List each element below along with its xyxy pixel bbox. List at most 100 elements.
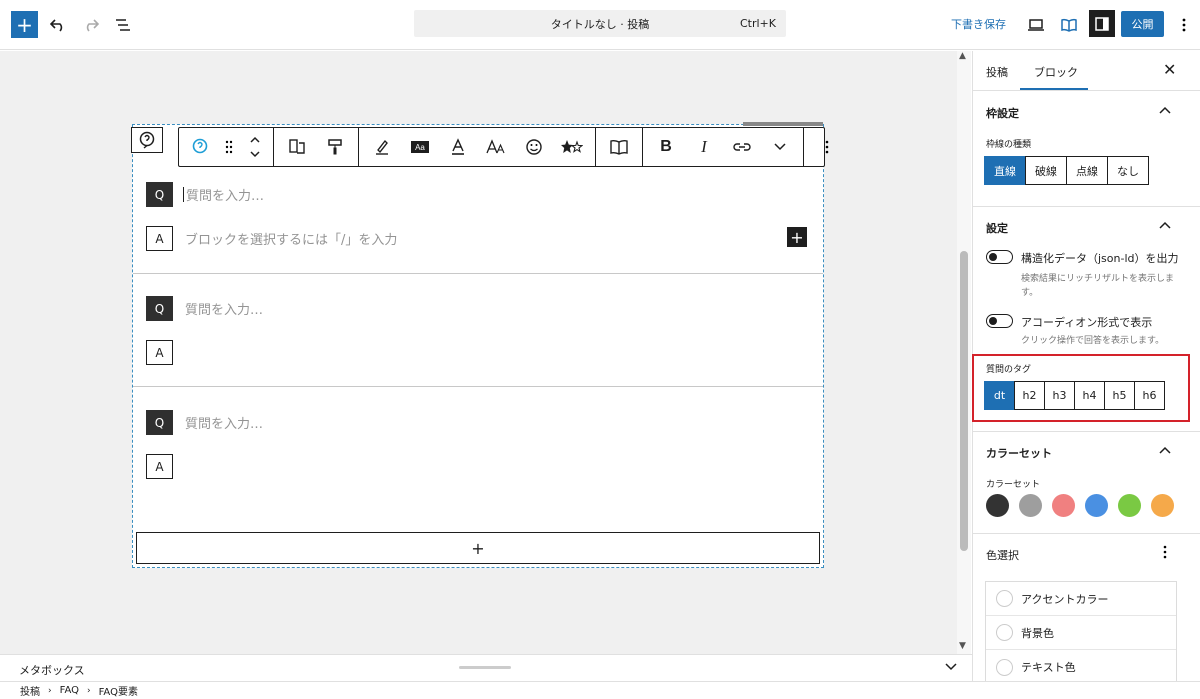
- accordion-label: アコーディオン形式で表示: [1021, 316, 1153, 329]
- panel-title-colorset[interactable]: カラーセット: [986, 445, 1052, 461]
- colorset-swatches: [986, 494, 1184, 517]
- breadcrumb-item[interactable]: FAQ要素: [99, 683, 138, 698]
- color-swatch[interactable]: [986, 494, 1009, 517]
- scroll-down-icon[interactable]: ▼: [959, 641, 966, 651]
- answer-badge: A: [146, 340, 173, 365]
- metabox-bar[interactable]: メタボックス: [0, 654, 972, 681]
- border-option-dotted[interactable]: 点線: [1066, 156, 1108, 185]
- question-badge: Q: [146, 182, 173, 207]
- faq-block-type-icon[interactable]: [183, 128, 217, 166]
- color-swatch[interactable]: [1151, 494, 1174, 517]
- sidebar-tabs: 投稿 ブロック ✕: [973, 51, 1200, 91]
- highlighter-icon[interactable]: [363, 128, 401, 166]
- color-swatch[interactable]: [1052, 494, 1075, 517]
- answer-placeholder[interactable]: ブロックを選択するには「/」を入力: [185, 229, 397, 248]
- border-option-dashed[interactable]: 破線: [1025, 156, 1067, 185]
- chevron-up-icon[interactable]: [1159, 443, 1171, 457]
- settings-toggle-button[interactable]: [1089, 10, 1115, 37]
- redo-icon[interactable]: [77, 11, 104, 38]
- item-divider: [133, 273, 823, 274]
- save-draft-button[interactable]: 下書き保存: [951, 16, 1006, 32]
- border-option-none[interactable]: なし: [1107, 156, 1149, 185]
- faq-question-row[interactable]: Q 質問を入力…: [146, 182, 264, 207]
- transform-icon[interactable]: [278, 128, 316, 166]
- question-placeholder[interactable]: 質問を入力…: [186, 185, 264, 204]
- scroll-up-icon[interactable]: ▲: [959, 51, 966, 61]
- text-color-icon[interactable]: [439, 128, 477, 166]
- color-item-accent[interactable]: アクセントカラー: [986, 582, 1176, 616]
- accordion-toggle[interactable]: [986, 314, 1013, 328]
- command-palette[interactable]: タイトルなし · 投稿 Ctrl+K: [414, 10, 786, 37]
- active-tab-indicator: [1020, 88, 1088, 90]
- font-size-icon[interactable]: [477, 128, 515, 166]
- options-icon[interactable]: [1170, 11, 1197, 38]
- kebab-menu-icon[interactable]: [1163, 545, 1167, 562]
- color-swatch[interactable]: [1085, 494, 1108, 517]
- rating-icon[interactable]: [553, 128, 591, 166]
- question-badge: Q: [146, 410, 173, 435]
- faq-answer-row[interactable]: A: [146, 454, 173, 479]
- color-swatch[interactable]: [1019, 494, 1042, 517]
- panel-title-settings[interactable]: 設定: [986, 220, 1008, 236]
- panel-divider: [973, 206, 1200, 207]
- move-up-down-icon[interactable]: [241, 128, 269, 166]
- chevron-down-icon[interactable]: [761, 128, 799, 166]
- color-item-background[interactable]: 背景色: [986, 616, 1176, 650]
- color-swatch[interactable]: [1118, 494, 1141, 517]
- svg-text:Aa: Aa: [415, 143, 425, 152]
- chevron-right-icon: ›: [86, 685, 91, 696]
- add-block-button[interactable]: +: [11, 11, 38, 38]
- color-item-label: 背景色: [1021, 626, 1054, 640]
- item-divider: [133, 386, 823, 387]
- tab-post[interactable]: 投稿: [986, 64, 1008, 80]
- color-indicator: [996, 590, 1013, 607]
- chevron-right-icon: ›: [48, 685, 52, 696]
- breadcrumb-item[interactable]: FAQ: [60, 685, 79, 696]
- question-badge: Q: [146, 296, 173, 321]
- resize-handle[interactable]: [459, 666, 511, 669]
- border-type-label: 枠線の種類: [986, 140, 1032, 150]
- faq-answer-row[interactable]: A: [146, 340, 173, 365]
- color-indicator: [996, 658, 1013, 676]
- canvas-scrollbar[interactable]: ▲ ▼: [957, 51, 971, 654]
- chevron-down-icon[interactable]: [945, 660, 957, 674]
- question-placeholder[interactable]: 質問を入力…: [185, 413, 263, 432]
- document-title: タイトルなし · 投稿: [550, 17, 650, 31]
- border-option-solid[interactable]: 直線: [984, 156, 1026, 185]
- drag-handle-icon[interactable]: [217, 128, 241, 166]
- add-faq-item-button[interactable]: +: [136, 532, 820, 564]
- chevron-up-icon[interactable]: [1159, 218, 1171, 232]
- paint-roller-icon[interactable]: [316, 128, 354, 166]
- color-select-list: アクセントカラー 背景色 テキスト色: [985, 581, 1177, 685]
- faq-answer-row[interactable]: A ブロックを選択するには「/」を入力: [146, 226, 397, 251]
- publish-button[interactable]: 公開: [1121, 11, 1164, 37]
- view-post-icon[interactable]: [1055, 11, 1082, 38]
- color-item-text[interactable]: テキスト色: [986, 650, 1176, 684]
- json-ld-label: 構造化データ（json-ld）を出力: [1021, 252, 1179, 265]
- json-ld-toggle[interactable]: [986, 250, 1013, 264]
- scroll-thumb[interactable]: [960, 251, 968, 551]
- bold-icon[interactable]: B: [647, 128, 685, 166]
- emoji-icon[interactable]: [515, 128, 553, 166]
- chevron-up-icon[interactable]: [1159, 103, 1171, 117]
- more-options-icon[interactable]: [808, 128, 846, 166]
- breadcrumb-item[interactable]: 投稿: [20, 683, 40, 698]
- panel-divider: [973, 431, 1200, 432]
- panel-title-color-select[interactable]: 色選択: [986, 547, 1019, 563]
- close-icon[interactable]: ✕: [1163, 60, 1176, 79]
- link-icon[interactable]: [723, 128, 761, 166]
- undo-icon[interactable]: [44, 11, 71, 38]
- preview-icon[interactable]: [1022, 11, 1049, 38]
- faq-block-icon[interactable]: [131, 127, 163, 153]
- tab-block[interactable]: ブロック: [1034, 64, 1078, 80]
- block-toolbar: Aa B I: [178, 127, 829, 167]
- faq-question-row[interactable]: Q 質問を入力…: [146, 296, 263, 321]
- question-placeholder[interactable]: 質問を入力…: [185, 299, 263, 318]
- inline-add-block-button[interactable]: +: [787, 227, 807, 247]
- inline-code-icon[interactable]: Aa: [401, 128, 439, 166]
- document-overview-icon[interactable]: [109, 11, 136, 38]
- faq-question-row[interactable]: Q 質問を入力…: [146, 410, 263, 435]
- italic-icon[interactable]: I: [685, 128, 723, 166]
- panel-title-border[interactable]: 枠設定: [986, 105, 1019, 121]
- book-icon[interactable]: [600, 128, 638, 166]
